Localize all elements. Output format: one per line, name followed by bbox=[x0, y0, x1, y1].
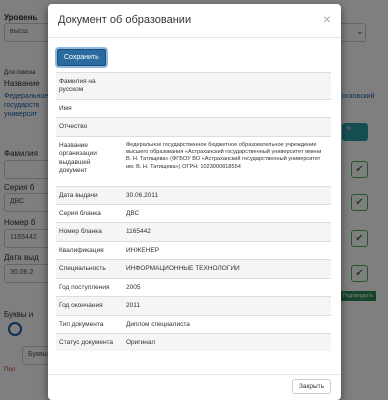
row-value bbox=[120, 99, 331, 117]
table-row: Имя bbox=[56, 99, 331, 117]
row-value: 30.06.2011 bbox=[126, 191, 159, 199]
table-row: Серия бланка ДВС bbox=[56, 204, 331, 222]
modal-header: Документ об образовании × bbox=[48, 4, 341, 38]
row-key: Фамилия на русском bbox=[59, 78, 96, 94]
save-button[interactable]: Сохранить bbox=[57, 49, 106, 66]
row-value: Федеральное государственное бюджетное об… bbox=[126, 141, 322, 170]
row-key: Дата выдачи bbox=[59, 191, 98, 199]
row-key: Специальность bbox=[59, 265, 106, 273]
close-icon[interactable]: × bbox=[323, 11, 331, 27]
row-value: ИНЖЕНЕР bbox=[126, 246, 160, 254]
table-row: Год окончания 2011 bbox=[56, 296, 331, 316]
row-key: Год поступления bbox=[59, 283, 110, 291]
row-value: Оригинал bbox=[126, 339, 156, 346]
modal-footer: Закрыть bbox=[48, 374, 341, 400]
row-value: 2011 bbox=[126, 302, 140, 310]
education-document-modal: Документ об образовании × Сохранить Фами… bbox=[48, 4, 341, 400]
row-key: Имя bbox=[59, 104, 72, 112]
table-row: Название организации выдавшей документ Фе… bbox=[56, 136, 331, 186]
document-info-table: Фамилия на русском Имя Отчество Название… bbox=[56, 72, 331, 352]
table-row: Отчество bbox=[56, 117, 331, 137]
row-key: Отчество bbox=[59, 123, 88, 131]
row-key: Название организации выдавшей документ bbox=[59, 141, 97, 175]
row-key: Номер бланка bbox=[59, 228, 102, 236]
table-row: Дата выдачи 30.06.2011 bbox=[56, 186, 331, 205]
close-button[interactable]: Закрыть bbox=[291, 379, 331, 394]
table-row: Специальность ИНФОРМАЦИОННЫЕ ТЕХНОЛОГИИ bbox=[56, 259, 331, 279]
row-key: Тип документа bbox=[59, 320, 104, 328]
row-key: Год окончания bbox=[59, 302, 103, 310]
row-value: Диплом специалиста bbox=[126, 320, 190, 328]
table-row: Тип документа Диплом специалиста bbox=[56, 315, 331, 333]
row-value: ИНФОРМАЦИОННЫЕ ТЕХНОЛОГИИ bbox=[126, 265, 240, 273]
row-value: ДВС bbox=[126, 209, 140, 217]
row-value: 1165442 bbox=[126, 228, 151, 236]
table-row: Год поступления 2005 bbox=[56, 278, 331, 296]
row-value bbox=[120, 73, 331, 100]
row-key: Квалификация bbox=[59, 246, 104, 254]
table-row: Статус документа Оригинал bbox=[56, 333, 331, 352]
row-value: 2005 bbox=[126, 283, 141, 291]
modal-title: Документ об образовании bbox=[58, 14, 192, 26]
row-value bbox=[120, 118, 331, 136]
row-key: Статус документа bbox=[59, 339, 114, 346]
table-row: Номер бланка 1165442 bbox=[56, 222, 331, 242]
modal-body: Сохранить Фамилия на русском Имя Отчеств… bbox=[48, 38, 341, 352]
table-row: Квалификация ИНЖЕНЕР bbox=[56, 241, 331, 259]
table-row: Фамилия на русском bbox=[56, 72, 331, 100]
row-key: Серия бланка bbox=[59, 209, 101, 217]
